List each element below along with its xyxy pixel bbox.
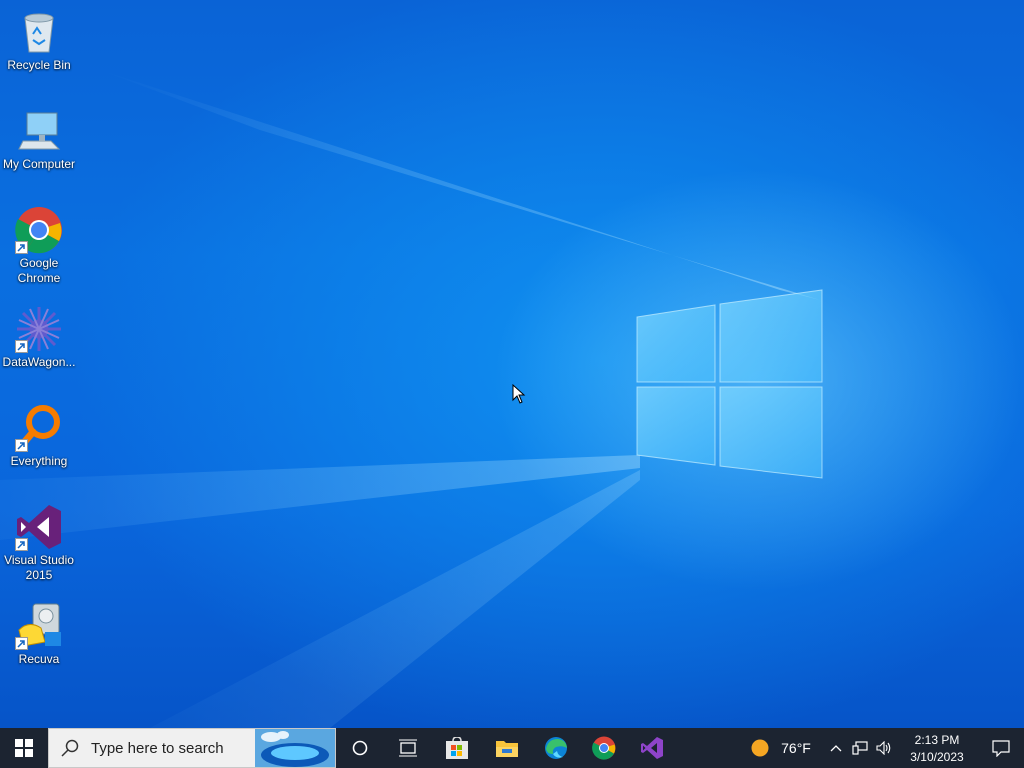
- chevron-up-icon: [830, 745, 842, 752]
- windows-start-icon: [15, 739, 33, 757]
- desktop-icon-visual-studio-2015[interactable]: Visual Studio 2015: [0, 503, 78, 583]
- desktop-icon-google-chrome[interactable]: Google Chrome: [0, 206, 78, 286]
- desktop-icon-label: Everything: [10, 454, 68, 468]
- edge-icon: [545, 737, 567, 759]
- taskbar-store[interactable]: [432, 728, 482, 768]
- desktop-icon-label: DataWagon...: [2, 355, 76, 369]
- network-icon: [852, 741, 868, 755]
- mouse-cursor-icon: [512, 384, 526, 404]
- shortcut-arrow-icon: [15, 241, 28, 254]
- visual-studio-icon: [641, 737, 663, 759]
- wallpaper-light-beams: [0, 70, 820, 728]
- weather-widget[interactable]: 76°F: [746, 728, 816, 768]
- taskbar-file-explorer[interactable]: [482, 728, 532, 768]
- desktop-icon-my-computer[interactable]: My Computer: [0, 107, 78, 172]
- desktop-icon-recuva[interactable]: Recuva: [0, 602, 78, 667]
- cortana-circle-icon: [352, 740, 368, 756]
- desktop[interactable]: Recycle Bin My Computer Google Chrome Da…: [0, 0, 1024, 728]
- volume-tray[interactable]: [872, 728, 896, 768]
- taskbar-visual-studio[interactable]: [628, 728, 676, 768]
- shortcut-arrow-icon: [15, 439, 28, 452]
- action-center-button[interactable]: [978, 728, 1024, 768]
- network-tray[interactable]: [848, 728, 872, 768]
- file-explorer-icon: [496, 741, 518, 757]
- search-highlight-image: [255, 729, 335, 767]
- search-icon: [61, 739, 79, 757]
- clock-time: 2:13 PM: [914, 732, 960, 747]
- desktop-icon-label: My Computer: [2, 157, 76, 171]
- desktop-icon-everything[interactable]: Everything: [0, 404, 78, 469]
- speaker-icon: [876, 741, 891, 755]
- clock[interactable]: 2:13 PM 3/10/2023: [902, 728, 972, 768]
- shortcut-arrow-icon: [15, 637, 28, 650]
- desktop-icon-datawagon[interactable]: DataWagon...: [0, 305, 78, 370]
- desktop-icon-recycle-bin[interactable]: Recycle Bin: [0, 8, 78, 73]
- task-view-icon: [399, 739, 417, 757]
- desktop-icon-label: Recuva: [18, 652, 60, 666]
- desktop-icon-label: Recycle Bin: [7, 58, 71, 72]
- store-icon: [446, 737, 468, 759]
- computer-icon: [18, 112, 61, 150]
- recycle-bin-icon: [24, 13, 54, 53]
- taskbar: Type here to search 76°F 2:13 PM 3/10/20…: [0, 728, 1024, 768]
- desktop-icon-label: Google Chrome: [17, 256, 61, 285]
- search-box[interactable]: Type here to search: [48, 728, 336, 768]
- weather-temperature: 76°F: [781, 740, 811, 756]
- taskbar-task-view[interactable]: [384, 728, 432, 768]
- taskbar-cortana[interactable]: [336, 728, 384, 768]
- start-button[interactable]: [0, 728, 48, 768]
- search-placeholder: Type here to search: [91, 739, 224, 757]
- notification-icon: [992, 740, 1010, 757]
- shortcut-arrow-icon: [15, 538, 28, 551]
- taskbar-chrome[interactable]: [580, 728, 628, 768]
- windows-logo-wallpaper: [636, 289, 823, 479]
- chrome-icon: [592, 736, 616, 760]
- desktop-icon-label: Visual Studio 2015: [4, 553, 74, 582]
- clock-date: 3/10/2023: [910, 749, 964, 764]
- shortcut-arrow-icon: [15, 340, 28, 353]
- sun-icon: [751, 739, 769, 757]
- taskbar-edge[interactable]: [532, 728, 580, 768]
- show-hidden-icons[interactable]: [824, 728, 848, 768]
